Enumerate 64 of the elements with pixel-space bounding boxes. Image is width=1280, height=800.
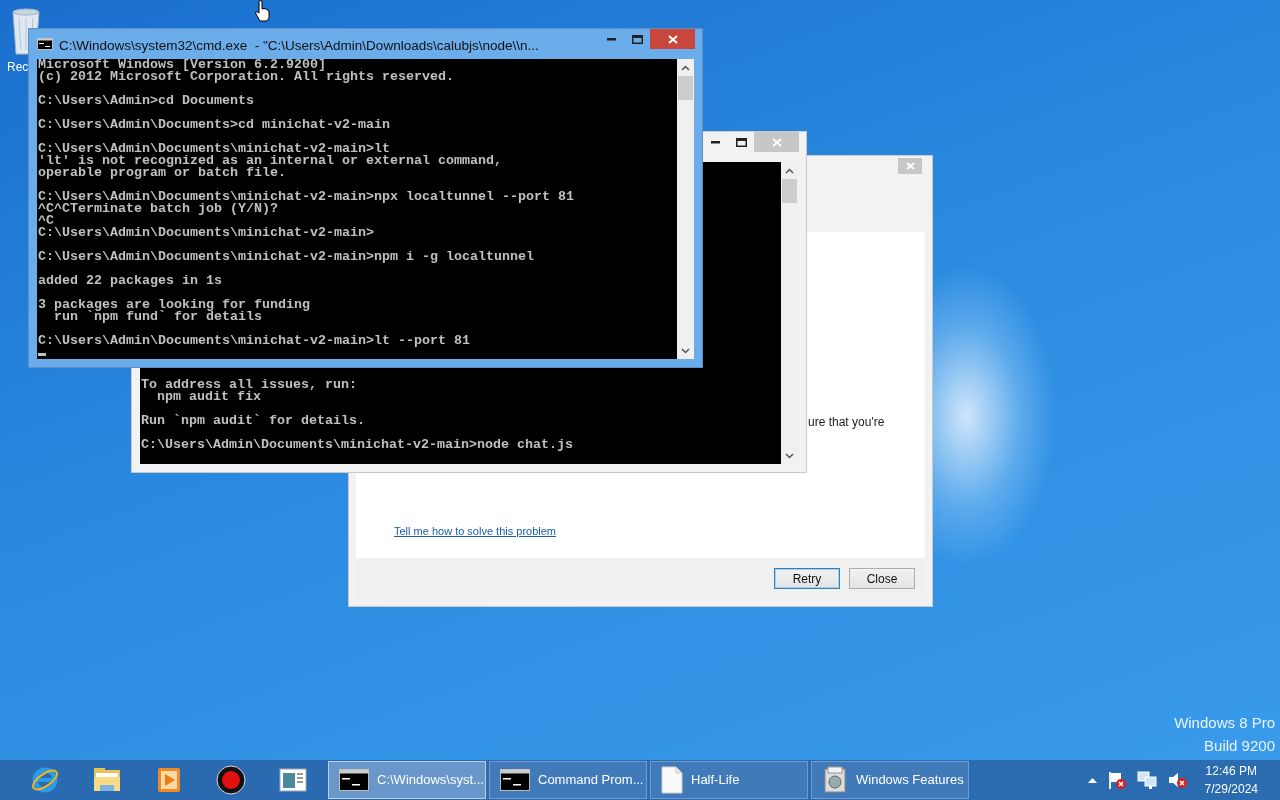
console-line: ^C^CTerminate batch job (Y/N)? [38, 203, 278, 215]
record-icon [216, 765, 246, 795]
taskbar-button[interactable]: Half-Life [650, 761, 808, 799]
window-icon [278, 765, 308, 795]
console-line: operable program or batch file. [38, 167, 287, 179]
taskbar-button[interactable]: Windows Features [811, 761, 969, 799]
clock-time: 12:46 PM [1205, 763, 1257, 780]
installer-box-icon [822, 766, 848, 794]
maximize-icon [631, 34, 643, 44]
scroll-up-icon[interactable] [681, 65, 690, 71]
dialog-button[interactable]: Retry [774, 568, 840, 589]
console-line: 'lt' is not recognized as an internal or external command, [38, 155, 503, 167]
console-line: C:\Users\Admin>cd Documents [38, 95, 255, 107]
close-icon [667, 34, 678, 44]
scrollbar-thumb[interactable] [782, 179, 797, 203]
build-text: Build 9200 [1204, 736, 1275, 756]
message-text: ure that you're [808, 414, 885, 431]
console-line: 3 packages are looking for funding [38, 299, 311, 311]
hand-cursor-icon [254, 0, 270, 22]
console-line: C:\Users\Admin\Documents\minichat-v2-main>npm i -g localtunnel [38, 251, 535, 263]
console-line: C:\Users\Admin\Documents\minichat-v2-main>lt --port 81 [38, 335, 471, 347]
console-line: C:\Users\Admin\Documents\minichat-v2-main>npx localtunnel --port 81 [38, 191, 575, 203]
edition-text: Windows 8 Pro [1174, 713, 1275, 733]
console-line: added 22 packages in 1s [38, 275, 223, 287]
flag-icon [1106, 770, 1127, 790]
network-button[interactable] [1134, 770, 1159, 790]
close-icon [905, 162, 915, 170]
globe-icon [30, 765, 60, 795]
console-line: npm audit fix [156, 391, 261, 403]
taskbar-button[interactable]: Command Prom... [489, 761, 647, 799]
console-icon [339, 769, 369, 791]
scroll-down-icon[interactable] [785, 453, 794, 459]
console-line: C:\Users\Admin\Documents\minichat-v2-main> [38, 227, 375, 239]
minimize-icon [710, 140, 720, 144]
icon-label[interactable]: Rec [7, 58, 29, 76]
console-line: C:\Users\Admin\Documents\minichat-v2-main>lt [38, 143, 390, 155]
maximize-icon [735, 137, 747, 147]
caret-icon [1087, 777, 1097, 783]
console-icon [500, 769, 530, 791]
console-line: To address all issues, run: [141, 379, 358, 391]
console-line: (c) 2012 Microsoft Corporation. All rights reserved. [38, 71, 455, 83]
help-link[interactable]: Tell me how to solve this problem [394, 523, 556, 540]
console-icon [37, 38, 53, 50]
clock-date: 7/29/2024 [1204, 781, 1258, 798]
window-title: C:\Windows\system32\cmd.exe - "C:\Users\Admin\Downloads\calubjs\node\\n... [59, 37, 540, 55]
scroll-up-icon[interactable] [785, 168, 794, 174]
clock-button[interactable]: 12:46 PM 7/29/2024 [1204, 762, 1258, 798]
monitor-icon [1136, 770, 1157, 790]
document-icon [661, 766, 683, 794]
console-line: Run `npm audit` for details. [141, 415, 366, 427]
close-icon [771, 137, 782, 147]
show-hidden-icons-button[interactable] [1085, 777, 1099, 783]
taskbar-button[interactable]: C:\Windows\syst... [328, 761, 486, 799]
console-line: C:\Users\Admin\Documents>cd minichat-v2-main [38, 119, 391, 131]
close-button[interactable] [650, 29, 695, 49]
muted-speaker-icon [1166, 770, 1187, 790]
dialog-button[interactable]: Close [849, 568, 915, 589]
minimize-icon [606, 37, 616, 41]
scrollbar[interactable] [677, 59, 694, 359]
console-line: run `npm fund` for details [53, 311, 262, 323]
scrollbar-thumb[interactable] [678, 76, 693, 100]
console-line: ^C [38, 215, 54, 227]
console-line: C:\Users\Admin\Documents\minichat-v2-main>node chat.js [141, 439, 574, 451]
scroll-down-icon[interactable] [681, 348, 690, 354]
